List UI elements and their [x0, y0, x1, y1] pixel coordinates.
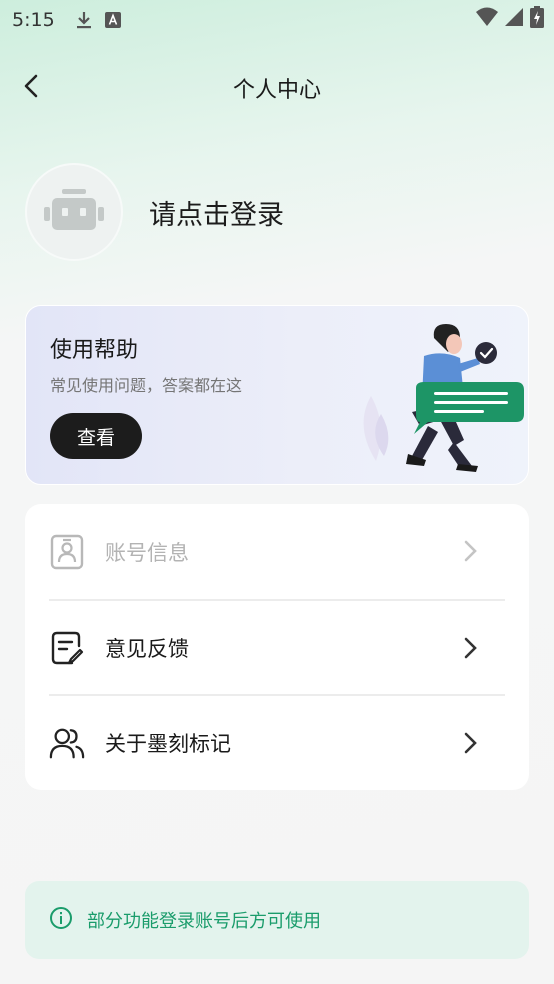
chevron-right-icon [457, 730, 483, 756]
notice-text: 部分功能登录账号后方可使用 [87, 911, 321, 932]
menu-item-label: 账号信息 [105, 540, 189, 565]
menu-item-label: 意见反馈 [105, 636, 189, 661]
menu-card: 账号信息 意见反馈 关于墨刻标记 [25, 504, 529, 790]
status-bar: 5:15 [0, 0, 554, 40]
view-help-button[interactable]: 查看 [50, 413, 142, 459]
id-card-icon [49, 534, 85, 570]
nav-bar: 个人中心 [0, 60, 554, 112]
login-notice: 部分功能登录账号后方可使用 [25, 881, 529, 959]
download-icon [75, 10, 93, 30]
login-profile[interactable]: 请点击登录 [25, 163, 284, 261]
login-prompt[interactable]: 请点击登录 [149, 193, 284, 232]
help-title: 使用帮助 [50, 338, 139, 363]
avatar[interactable] [25, 163, 123, 261]
menu-item-account-info[interactable]: 账号信息 [49, 504, 505, 599]
feedback-icon [49, 630, 85, 666]
help-subtitle: 常见使用问题，答案都在这 [50, 376, 243, 395]
wifi-icon [476, 7, 498, 31]
users-icon [49, 725, 85, 761]
help-illustration [336, 316, 526, 476]
info-icon [49, 906, 73, 934]
page-title: 个人中心 [232, 78, 321, 103]
status-time: 5:15 [12, 9, 55, 31]
battery-icon [530, 6, 544, 32]
font-icon [104, 12, 121, 28]
menu-item-label: 关于墨刻标记 [105, 731, 231, 756]
chevron-right-icon [457, 538, 483, 564]
robot-icon [43, 187, 105, 237]
menu-item-feedback[interactable]: 意见反馈 [49, 599, 505, 694]
chevron-right-icon [457, 635, 483, 661]
help-card: 使用帮助 常见使用问题，答案都在这 查看 [25, 305, 529, 485]
menu-item-about[interactable]: 关于墨刻标记 [49, 694, 505, 789]
signal-icon [504, 7, 524, 31]
